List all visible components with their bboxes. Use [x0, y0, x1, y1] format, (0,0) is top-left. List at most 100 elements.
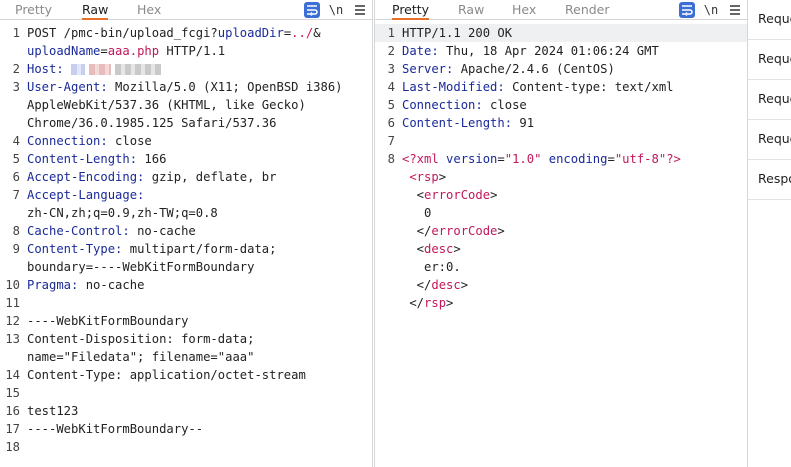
line-number: 11 — [5, 296, 20, 310]
redacted-host — [89, 64, 112, 75]
line-text: uploadName=aaa.php HTTP/1.1 — [27, 44, 226, 58]
request-line: 9 Content-Type: multipart/form-data; — [0, 240, 372, 258]
side-list-item[interactable]: Respo — [748, 160, 791, 200]
line-number: 10 — [5, 278, 20, 292]
response-line: 4 Last-Modified: Content-type: text/xml — [375, 78, 747, 96]
response-line: 6 Content-Length: 91 — [375, 114, 747, 132]
line-number: 9 — [12, 242, 20, 256]
response-line: </rsp> — [375, 294, 747, 312]
side-list-item[interactable]: Reque — [748, 80, 791, 120]
request-pane: Pretty Raw Hex \n 1 POST /pmc-bin/upload_… — [0, 0, 373, 467]
hamburger-menu-icon[interactable] — [727, 2, 743, 18]
request-line: boundary=----WebKitFormBoundary — [0, 258, 372, 276]
side-list-item[interactable]: Reque — [748, 40, 791, 80]
request-line: 4 Connection: close — [0, 132, 372, 150]
side-list-item[interactable]: Reque — [748, 0, 791, 40]
hamburger-menu-icon[interactable] — [352, 2, 368, 18]
side-list: Reque Reque Reque Reque Respo — [747, 0, 791, 467]
response-line: 1 HTTP/1.1 200 OK — [375, 24, 747, 42]
line-text: POST /pmc-bin/upload_fcgi?uploadDir=../& — [27, 26, 321, 40]
request-tab-pretty[interactable]: Pretty — [15, 1, 52, 18]
request-line: 6 Accept-Encoding: gzip, deflate, br — [0, 168, 372, 186]
line-number: 13 — [5, 332, 20, 346]
line-number: 18 — [5, 440, 20, 454]
line-text: </errorCode> — [402, 224, 505, 238]
line-number: 8 — [387, 152, 395, 166]
line-text: Content-Type: application/octet-stream — [27, 368, 306, 382]
response-line: 3 Server: Apache/2.4.6 (CentOS) — [375, 60, 747, 78]
line-text: test123 — [27, 404, 79, 418]
request-tab-bar: Pretty Raw Hex \n — [0, 0, 372, 20]
line-number: 2 — [12, 62, 20, 76]
line-text: </rsp> — [402, 296, 454, 310]
line-number: 6 — [387, 116, 395, 130]
side-list-item[interactable]: Reque — [748, 120, 791, 160]
line-text: ----WebKitFormBoundary-- — [27, 422, 204, 436]
response-tab-pretty[interactable]: Pretty — [392, 1, 430, 20]
response-line: er:0. — [375, 258, 747, 276]
request-tab-hex[interactable]: Hex — [137, 1, 161, 18]
line-text: AppleWebKit/537.36 (KHTML, like Gecko) — [27, 98, 306, 112]
line-number: 7 — [12, 188, 20, 202]
newline-toggle[interactable]: \n — [328, 2, 344, 18]
request-line: 3 User-Agent: Mozilla/5.0 (X11; OpenBSD i… — [0, 78, 372, 96]
line-number: 4 — [12, 134, 20, 148]
request-line: 5 Content-Length: 166 — [0, 150, 372, 168]
response-viewer[interactable]: 1 HTTP/1.1 200 OK 2 Date: Thu, 18 Apr 2024 … — [375, 24, 747, 312]
response-line: 0 — [375, 204, 747, 222]
response-tab-render[interactable]: Render — [565, 1, 610, 18]
request-line: 8 Cache-Control: no-cache — [0, 222, 372, 240]
line-text: Accept-Encoding: gzip, deflate, br — [27, 170, 277, 184]
line-text: Last-Modified: Content-type: text/xml — [402, 80, 674, 94]
line-number: 6 — [12, 170, 20, 184]
line-number: 12 — [5, 314, 20, 328]
line-text: <rsp> — [409, 170, 447, 184]
line-number: 5 — [12, 152, 20, 166]
request-line: uploadName=aaa.php HTTP/1.1 — [0, 42, 372, 60]
response-line: 8 <?xml version="1.0" encoding="utf-8"?> — [375, 150, 747, 168]
word-wrap-icon[interactable] — [679, 1, 695, 18]
response-line: <desc> — [375, 240, 747, 258]
request-editor[interactable]: 1 POST /pmc-bin/upload_fcgi?uploadDir=../… — [0, 24, 372, 456]
line-text: boundary=----WebKitFormBoundary — [27, 260, 255, 274]
line-text: Chrome/36.0.1985.125 Safari/537.36 — [27, 116, 277, 130]
response-line: <rsp> — [375, 168, 747, 186]
response-tab-hex[interactable]: Hex — [512, 1, 536, 18]
line-number: 16 — [5, 404, 20, 418]
line-text: 0 — [402, 206, 432, 220]
request-tab-raw[interactable]: Raw — [82, 1, 109, 20]
line-text: er:0. — [402, 260, 461, 274]
request-line: 7 Accept-Language: — [0, 186, 372, 204]
word-wrap-icon[interactable] — [304, 1, 320, 18]
request-line: 17 ----WebKitFormBoundary-- — [0, 420, 372, 438]
line-number: 3 — [12, 80, 20, 94]
line-text: User-Agent: Mozilla/5.0 (X11; OpenBSD i3… — [27, 80, 343, 94]
line-text: ----WebKitFormBoundary — [27, 314, 189, 328]
request-line: 15 — [0, 384, 372, 402]
response-line: 5 Connection: close — [375, 96, 747, 114]
response-line: <errorCode> — [375, 186, 747, 204]
line-number: 5 — [387, 98, 395, 112]
request-line: 13 Content-Disposition: form-data; — [0, 330, 372, 348]
line-text: <desc> — [402, 242, 461, 256]
request-line: 18 — [0, 438, 372, 456]
line-text: Server: Apache/2.4.6 (CentOS) — [402, 62, 615, 76]
response-line: </errorCode> — [375, 222, 747, 240]
response-tab-raw[interactable]: Raw — [458, 1, 484, 18]
line-text: zh-CN,zh;q=0.9,zh-TW;q=0.8 — [27, 206, 218, 220]
request-line: 14 Content-Type: application/octet-stream — [0, 366, 372, 384]
line-text: Accept-Language: — [27, 188, 145, 202]
line-text: <?xml version="1.0" encoding="utf-8"?> — [402, 152, 681, 166]
line-number: 14 — [5, 368, 20, 382]
line-number: 2 — [387, 44, 395, 58]
redacted-host — [71, 64, 86, 75]
line-text: name="Filedata"; filename="aaa" — [27, 350, 255, 364]
newline-toggle[interactable]: \n — [703, 2, 719, 18]
line-number: 8 — [12, 224, 20, 238]
line-text: Connection: close — [27, 134, 152, 148]
request-line: 12 ----WebKitFormBoundary — [0, 312, 372, 330]
response-tab-bar: Pretty Raw Hex Render \n — [375, 0, 747, 20]
request-line: 10 Pragma: no-cache — [0, 276, 372, 294]
request-line: name="Filedata"; filename="aaa" — [0, 348, 372, 366]
line-text: Cache-Control: no-cache — [27, 224, 196, 238]
